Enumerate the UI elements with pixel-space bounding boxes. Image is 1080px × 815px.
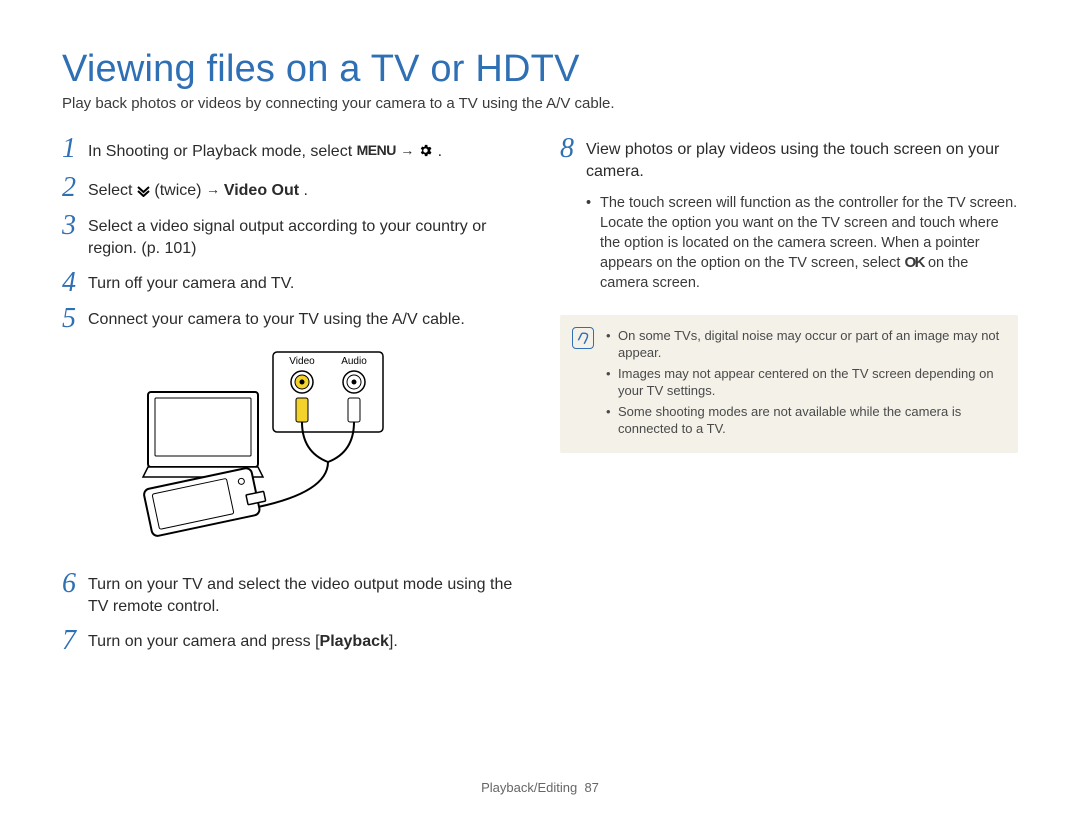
audio-label: Audio: [341, 356, 367, 367]
arrow-icon: →: [206, 181, 224, 197]
note-3-text: Some shooting modes are not available wh…: [618, 403, 1002, 437]
note-2-text: Images may not appear centered on the TV…: [618, 365, 1002, 399]
step-number: 4: [62, 270, 88, 296]
step-7-text-post: ].: [389, 633, 398, 650]
step-1: 1 In Shooting or Playback mode, select M…: [62, 136, 520, 165]
step-2: 2 Select (twice) → Video Out .: [62, 175, 520, 203]
gear-icon: [418, 143, 433, 165]
chevron-down-icon: [137, 183, 150, 200]
left-column: 1 In Shooting or Playback mode, select M…: [62, 136, 520, 770]
step-5: 5 Connect your camera to your TV using t…: [62, 306, 520, 332]
note-item: • On some TVs, digital noise may occur o…: [606, 327, 1002, 361]
step-1-text-post: .: [438, 143, 442, 160]
note-box: • On some TVs, digital noise may occur o…: [560, 315, 1018, 453]
intro-text: Play back photos or videos by connecting…: [62, 95, 1018, 112]
step-8-text: View photos or play videos using the tou…: [586, 136, 1018, 183]
connection-diagram: Video Audio: [88, 342, 520, 557]
note-item: • Images may not appear centered on the …: [606, 365, 1002, 399]
footer-page-number: 87: [584, 780, 598, 795]
step-6-text: Turn on your TV and select the video out…: [88, 571, 520, 618]
step-4-text: Turn off your camera and TV.: [88, 270, 294, 295]
step-1-text-pre: In Shooting or Playback mode, select: [88, 143, 357, 160]
step-number: 5: [62, 306, 88, 332]
note-1-text: On some TVs, digital noise may occur or …: [618, 327, 1002, 361]
arrow-icon: →: [400, 142, 418, 158]
step-8-bullet: • The touch screen will function as the …: [586, 193, 1018, 293]
step-number: 3: [62, 213, 88, 239]
step-7-label-bold: Playback: [320, 633, 389, 650]
step-number: 2: [62, 175, 88, 201]
note-item: • Some shooting modes are not available …: [606, 403, 1002, 437]
page-footer: Playback/Editing 87: [62, 770, 1018, 795]
step-2-text-mid: (twice): [154, 182, 206, 199]
ok-icon: OK: [904, 254, 924, 271]
step-7: 7 Turn on your camera and press [Playbac…: [62, 628, 520, 654]
step-3-text: Select a video signal output according t…: [88, 213, 520, 260]
step-number: 1: [62, 136, 88, 162]
right-column: 8 View photos or play videos using the t…: [560, 136, 1018, 770]
step-7-text-pre: Turn on your camera and press [: [88, 633, 320, 650]
step-6: 6 Turn on your TV and select the video o…: [62, 571, 520, 618]
step-3: 3 Select a video signal output according…: [62, 213, 520, 260]
note-icon: [572, 327, 594, 349]
page-title: Viewing files on a TV or HDTV: [62, 48, 1018, 91]
step-number: 6: [62, 571, 88, 597]
step-2-text-post: .: [304, 182, 308, 199]
step-5-text: Connect your camera to your TV using the…: [88, 306, 465, 331]
step-number: 8: [560, 136, 586, 162]
footer-section: Playback/Editing: [481, 780, 577, 795]
step-number: 7: [62, 628, 88, 654]
menu-icon: MENU: [357, 142, 396, 158]
video-label: Video: [289, 356, 315, 367]
step-8: 8 View photos or play videos using the t…: [560, 136, 1018, 183]
step-2-label-bold: Video Out: [224, 182, 299, 199]
step-4: 4 Turn off your camera and TV.: [62, 270, 520, 296]
step-2-text-pre: Select: [88, 182, 137, 199]
